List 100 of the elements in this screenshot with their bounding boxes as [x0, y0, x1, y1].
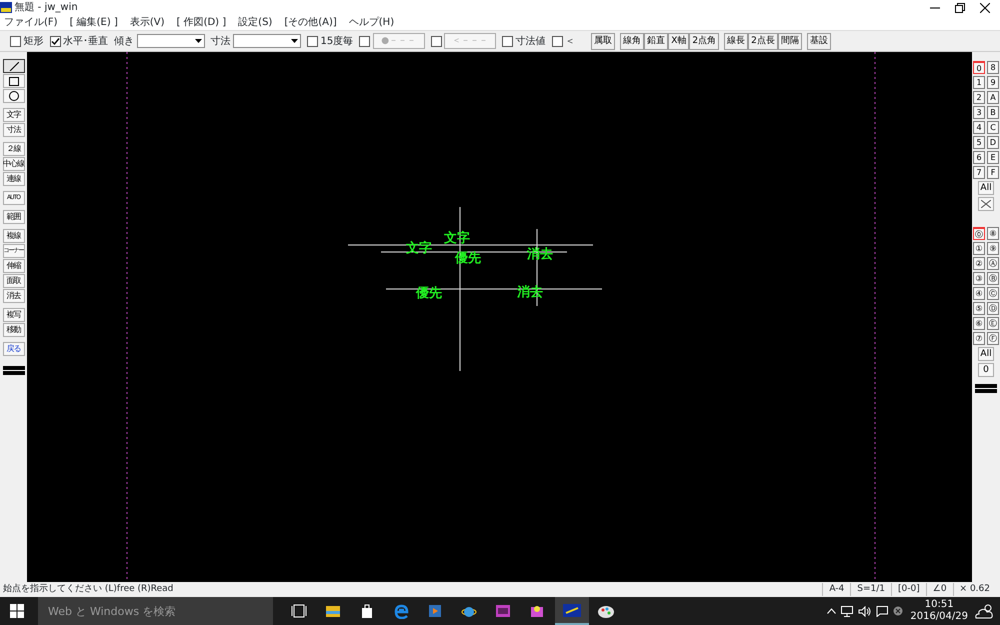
tool-button[interactable] — [2, 74, 24, 88]
tool-button[interactable] — [2, 89, 24, 103]
close-icon[interactable] — [980, 2, 990, 12]
tool-button[interactable]: ２線 — [2, 142, 24, 156]
taskbar-app[interactable] — [555, 597, 589, 625]
layer-button[interactable]: ② — [973, 257, 985, 270]
menu-item[interactable]: ファイル(F) — [4, 15, 58, 30]
tool-button[interactable]: 面取 — [2, 274, 24, 288]
layer-button[interactable]: ⑥ — [973, 317, 985, 330]
app-logo-icon — [563, 602, 581, 618]
all-button[interactable]: All — [978, 347, 994, 361]
tool-button[interactable]: 戻る — [2, 342, 24, 356]
tool-button[interactable]: 移動 — [2, 323, 24, 337]
layer-button[interactable]: 2 — [973, 91, 985, 104]
layer-button[interactable]: 3 — [973, 106, 985, 119]
layer-button[interactable]: F — [987, 166, 999, 179]
tool-button[interactable]: 消去 — [2, 289, 24, 303]
checkbox[interactable] — [307, 36, 318, 46]
tool-button[interactable]: 複写 — [2, 308, 24, 322]
layer-button[interactable]: ⑤ — [973, 302, 985, 315]
layer-button[interactable]: Ⓑ — [987, 272, 999, 285]
all-button[interactable]: All — [978, 181, 994, 195]
layer-button[interactable]: Ⓓ — [987, 302, 999, 315]
chevron-up-icon[interactable] — [826, 608, 836, 614]
tool-button[interactable]: 寸法 — [2, 123, 24, 137]
layer-number-button[interactable]: 0 — [978, 363, 994, 377]
clock-date[interactable]: 2016/04/29 — [910, 611, 968, 623]
menu-item[interactable]: ヘルプ(H) — [348, 15, 394, 30]
layer-button[interactable]: 9 — [987, 76, 999, 89]
layer-button[interactable]: ① — [973, 242, 985, 255]
weather-icon[interactable] — [973, 602, 995, 620]
dropdown-arrow-icon[interactable] — [194, 39, 202, 43]
checkbox[interactable] — [50, 36, 60, 46]
menu-item[interactable]: 設定(S) — [238, 15, 272, 30]
dropdown-field[interactable] — [233, 34, 301, 48]
layer-button[interactable]: 4 — [973, 121, 985, 134]
layer-button[interactable]: ⑦ — [973, 332, 985, 345]
dropdown-arrow-icon[interactable] — [291, 39, 298, 43]
layer-button[interactable]: ⑧ — [987, 227, 999, 240]
line-icon — [8, 62, 18, 70]
volume-icon[interactable] — [858, 606, 871, 616]
tool-button[interactable]: 範囲 — [2, 210, 24, 224]
layer-button[interactable]: ④ — [973, 287, 985, 300]
layer-button[interactable]: ③ — [973, 272, 985, 285]
layer-button[interactable]: 8 — [987, 61, 999, 74]
tool-button[interactable]: 中心線 — [2, 157, 24, 171]
layer-button[interactable]: ⓪ — [973, 227, 985, 240]
menu-item[interactable]: 表示(V) — [130, 15, 164, 30]
restore-icon[interactable] — [955, 2, 965, 12]
layer-button[interactable]: 5 — [973, 136, 985, 149]
layer-button[interactable]: A — [987, 91, 999, 104]
tool-button[interactable]: X軸 — [668, 32, 690, 50]
menu-item[interactable]: [ 編集(E) ] — [70, 15, 118, 30]
checkbox[interactable] — [552, 36, 563, 46]
layer-button[interactable]: 7 — [973, 166, 985, 179]
notification-icon[interactable] — [876, 606, 888, 616]
dropdown-field[interactable] — [136, 34, 204, 48]
layer-button[interactable]: Ⓕ — [987, 332, 999, 345]
tool-button[interactable]: 鉛直 — [644, 32, 668, 50]
tool-button[interactable]: 連線 — [2, 172, 24, 186]
layer-button[interactable]: 6 — [973, 151, 985, 164]
status-cell: S=1/1 — [850, 582, 892, 596]
tool-button[interactable]: 複線 — [2, 229, 24, 243]
layer-button[interactable]: 0 — [973, 61, 985, 74]
tool-button[interactable]: 伸縮 — [2, 259, 24, 273]
layer-button[interactable]: D — [987, 136, 999, 149]
checkbox[interactable] — [10, 36, 21, 46]
tool-button[interactable]: 線長 — [724, 32, 748, 50]
tool-button[interactable]: 2点角 — [689, 32, 720, 50]
tool-button[interactable]: 文字 — [2, 108, 24, 122]
search-field[interactable]: Web と Windows を検索 — [38, 597, 273, 625]
tool-button[interactable]: 線角 — [620, 32, 644, 50]
layer-button[interactable]: E — [987, 151, 999, 164]
checkbox-label: 15度毎 — [320, 34, 354, 48]
close-circle-icon[interactable] — [892, 606, 903, 616]
layer-button[interactable]: Ⓔ — [987, 317, 999, 330]
tool-button[interactable]: 属取 — [591, 32, 616, 50]
status-cell: [0-0] — [891, 582, 926, 596]
tool-button[interactable] — [2, 59, 24, 73]
layer-button[interactable]: B — [987, 106, 999, 119]
tool-button[interactable]: 基設 — [806, 32, 831, 50]
tool-button[interactable]: 間隔 — [778, 32, 802, 50]
network-icon[interactable] — [840, 606, 853, 616]
layer-button[interactable]: Ⓐ — [987, 257, 999, 270]
checkbox-label: ＜ — [565, 34, 576, 48]
tool-button[interactable]: 2点長 — [748, 32, 778, 50]
layer-button[interactable]: ⑨ — [987, 242, 999, 255]
layer-button[interactable]: 1 — [973, 76, 985, 89]
checkbox[interactable] — [502, 36, 514, 46]
windows-logo-icon — [10, 604, 24, 618]
layer-button[interactable]: Ⓒ — [987, 287, 999, 300]
status-cell: ∠0 — [926, 582, 953, 596]
cross-button[interactable] — [978, 197, 994, 211]
menu-item[interactable]: [ 作図(D) ] — [176, 15, 226, 30]
menu-item[interactable]: [その他(A)] — [284, 15, 337, 30]
app-window-icon — [495, 603, 513, 619]
layer-button[interactable]: C — [987, 121, 999, 134]
status-message: 始点を指示してください (L)free (R)Read — [3, 582, 174, 596]
clock-time[interactable]: 10:51 — [924, 599, 954, 611]
status-cell: A-4 — [822, 582, 850, 596]
